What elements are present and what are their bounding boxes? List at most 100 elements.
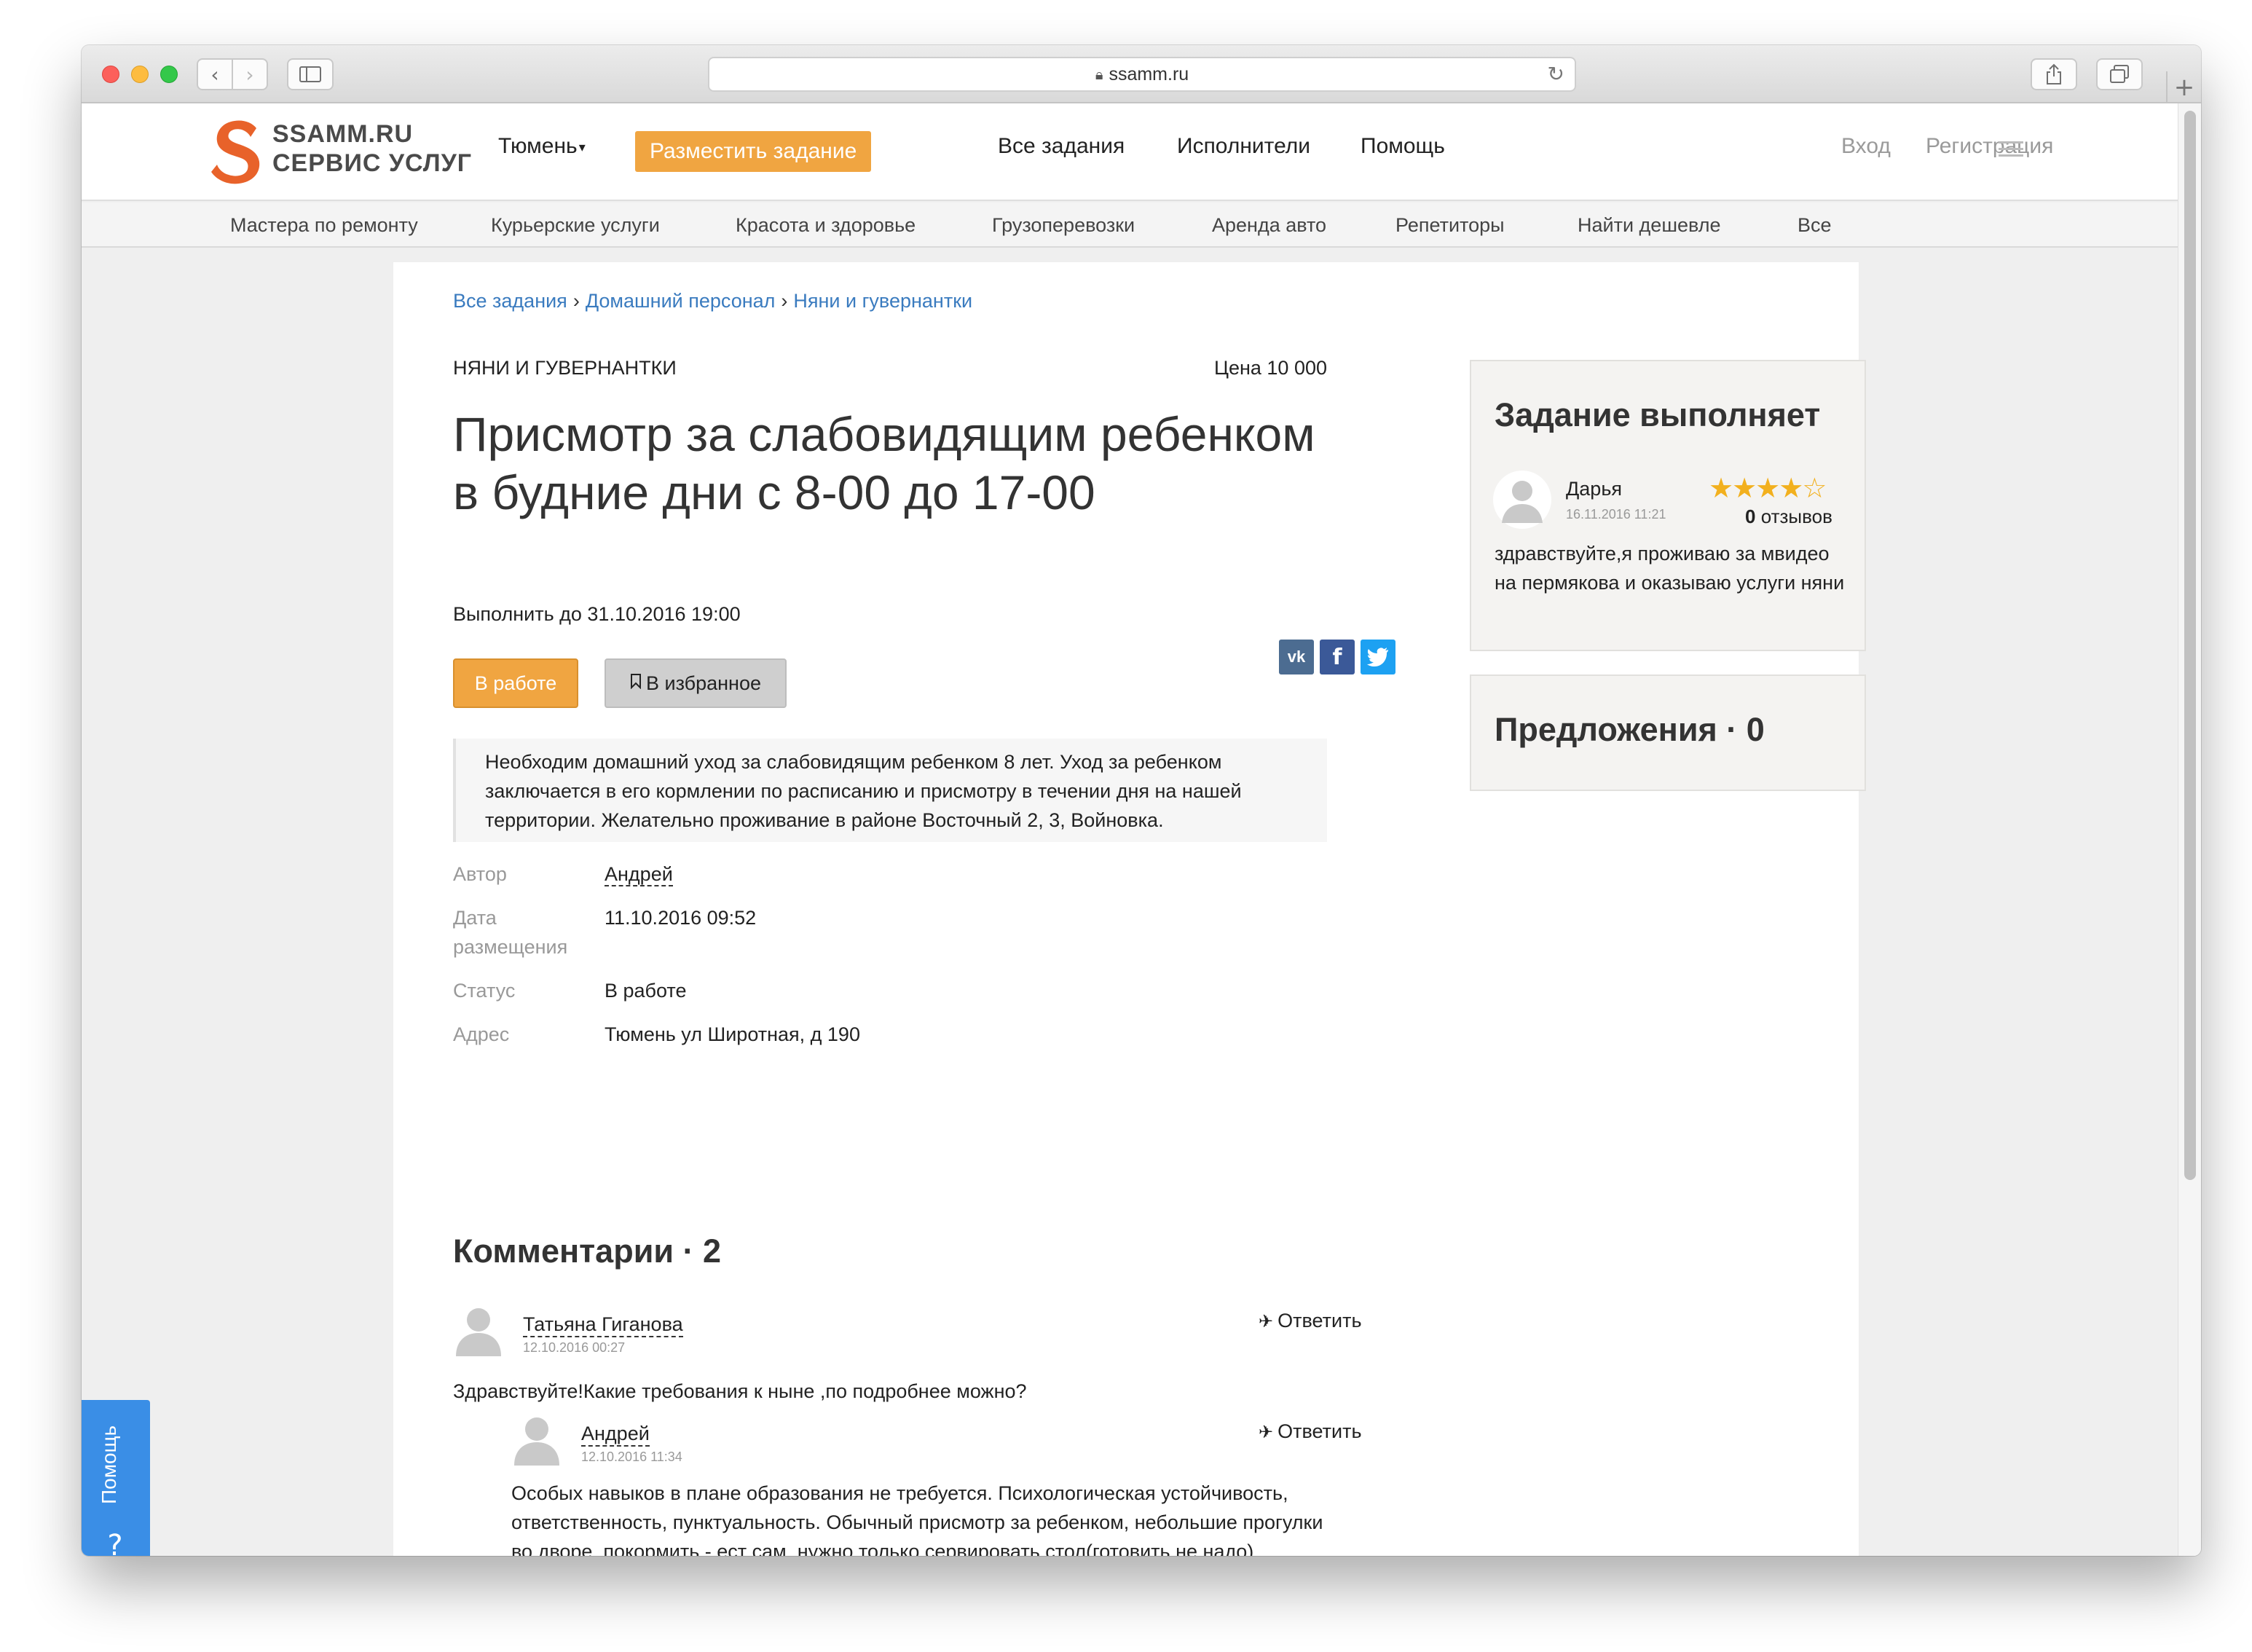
nav-help[interactable]: Помощь [1361, 134, 1445, 159]
breadcrumb-link[interactable]: Няни и гувернантки [793, 290, 972, 312]
category-link[interactable]: Все [1798, 214, 1832, 237]
breadcrumb: Все задания › Домашний персонал › Няни и гув… [453, 290, 972, 312]
reviews-count[interactable]: 0 отзывов [1745, 506, 1832, 528]
status-value: В работе [605, 980, 687, 1002]
comment-text: Здравствуйте!Какие требования к ныне ,по… [453, 1380, 1027, 1402]
price-label: Цена [1213, 357, 1261, 379]
lock-icon: 🔒︎ [1095, 66, 1103, 83]
browser-window: ‹ › 🔒︎ ssamm.ru ↻ + SSAMM.RU СЕРВИС УСЛУ… [82, 45, 2201, 1556]
comment-author-link[interactable]: Андрей [581, 1422, 650, 1447]
reply-button[interactable]: ✈︎ Ответить [1259, 1310, 1362, 1332]
site-header: SSAMM.RU СЕРВИС УСЛУГ Тюмень ▾ Разместить… [82, 103, 2178, 201]
reply-button[interactable]: ✈︎ Ответить [1259, 1420, 1362, 1443]
address-bar[interactable]: 🔒︎ ssamm.ru ↻ [708, 57, 1576, 92]
new-tab-button[interactable]: + [2166, 71, 2201, 103]
send-icon: ✈︎ [1259, 1311, 1274, 1332]
category-link[interactable]: Аренда авто [1212, 214, 1326, 237]
task-description: Необходим домашний уход за слабовидящим … [453, 739, 1327, 842]
breadcrumb-link[interactable]: Все задания [453, 290, 567, 312]
vk-share-icon[interactable]: vk [1279, 640, 1314, 674]
register-link[interactable]: Регистрация [1926, 134, 2053, 159]
category-link[interactable]: Найти дешевле [1578, 214, 1721, 237]
logo-s-icon[interactable] [210, 118, 265, 185]
address-value: Тюмень ул Широтная, д 190 [605, 1023, 860, 1045]
executor-title: Задание выполняет [1495, 396, 1821, 433]
reviews-label: отзывов [1760, 506, 1832, 527]
nav-performers[interactable]: Исполнители [1177, 134, 1310, 159]
login-link[interactable]: Вход [1841, 134, 1891, 159]
offers-title: Предложения · 0 [1495, 711, 1765, 748]
page-viewport: SSAMM.RU СЕРВИС УСЛУГ Тюмень ▾ Разместить… [82, 103, 2178, 1556]
reviews-number: 0 [1745, 506, 1756, 527]
twitter-share-icon[interactable] [1361, 640, 1395, 674]
task-category: НЯНИ И ГУВЕРНАНТКИ [453, 357, 677, 379]
scrollbar-thumb[interactable] [2184, 111, 2196, 1180]
comments-title: Комментарии · 2 [453, 1232, 722, 1270]
logo-line-2: СЕРВИС УСЛУГ [272, 149, 473, 177]
city-label: Тюмень [498, 134, 578, 158]
price-value: 10 000 [1267, 357, 1327, 379]
date-value: 11.10.2016 09:52 [605, 907, 757, 929]
tabs-overview-button[interactable] [2096, 58, 2143, 90]
share-button[interactable] [2031, 58, 2077, 90]
forward-button[interactable]: › [232, 58, 268, 90]
date-label-line1: Дата [453, 907, 497, 929]
author-link[interactable]: Андрей [605, 863, 673, 886]
breadcrumb-link[interactable]: Домашний персонал [586, 290, 776, 312]
category-link[interactable]: Красота и здоровье [736, 214, 916, 237]
executor-message: здравствуйте,я проживаю за мвидео на пер… [1495, 543, 1845, 594]
task-price: Цена 10 000 [1145, 357, 1327, 379]
category-bar: Мастера по ремонту Курьерские услуги Кра… [82, 202, 2178, 248]
back-button[interactable]: ‹ [197, 58, 233, 90]
logo-text[interactable]: SSAMM.RU СЕРВИС УСЛУГ [272, 119, 472, 178]
rating-stars: ★★★★☆ [1709, 472, 1827, 504]
chevron-left-icon: ‹ [210, 62, 219, 87]
star-empty-icon: ☆ [1802, 472, 1827, 504]
nav-all-tasks[interactable]: Все задания [998, 134, 1125, 159]
sidebar-toggle-button[interactable] [287, 58, 334, 90]
author-value: Андрей [605, 860, 673, 889]
maximize-window-button[interactable] [160, 66, 178, 83]
task-deadline: Выполнить до 31.10.2016 19:00 [453, 603, 741, 625]
post-task-button[interactable]: Разместить задание [635, 131, 872, 172]
facebook-share-icon[interactable]: f [1320, 640, 1355, 674]
comment-author-link[interactable]: Татьяна Гиганова [523, 1313, 683, 1337]
minimize-window-button[interactable] [131, 66, 149, 83]
bookmark-icon [630, 673, 642, 693]
caret-down-icon: ▾ [578, 139, 586, 154]
category-link[interactable]: Мастера по ремонту [230, 214, 418, 237]
address-label: Адрес [453, 1023, 510, 1045]
author-label: Автор [453, 863, 507, 885]
share-icon [2047, 63, 2061, 84]
category-link[interactable]: Репетиторы [1395, 214, 1505, 237]
status-label: Статус [453, 980, 516, 1002]
reload-icon[interactable]: ↻ [1548, 62, 1564, 86]
help-tab-label: Помощь [98, 1425, 120, 1505]
comment-date: 12.10.2016 11:34 [581, 1450, 682, 1464]
add-to-favorites-button[interactable]: В избранное [605, 658, 787, 708]
browser-toolbar: ‹ › 🔒︎ ssamm.ru ↻ + [82, 45, 2201, 103]
city-dropdown[interactable]: Тюмень ▾ [498, 134, 586, 159]
date-label: Дата размещения [453, 903, 567, 961]
chevron-right-icon: › [245, 62, 254, 87]
reply-label: Ответить [1277, 1310, 1362, 1332]
executor-name[interactable]: Дарья [1566, 478, 1622, 500]
send-icon: ✈︎ [1259, 1422, 1274, 1442]
menu-icon[interactable] [1999, 141, 2023, 161]
sidebar-icon [299, 66, 321, 82]
star-filled-icon: ★ [1779, 472, 1803, 504]
url-text: ssamm.ru [1109, 63, 1189, 84]
avatar-icon [456, 1308, 501, 1356]
help-tab[interactable]: Помощь ? [82, 1400, 150, 1556]
executor-date: 16.11.2016 11:21 [1566, 507, 1666, 522]
comment-text: Особых навыков в плане образования не тр… [511, 1482, 1323, 1556]
logo-line-1: SSAMM.RU [272, 120, 414, 148]
status-button[interactable]: В работе [453, 658, 578, 708]
category-link[interactable]: Курьерские услуги [491, 214, 660, 237]
reply-label: Ответить [1277, 1420, 1362, 1442]
star-filled-icon: ★ [1732, 472, 1757, 504]
page-title: Присмотр за слабовидящим ребенком в будн… [453, 407, 1315, 519]
scrollbar[interactable] [2178, 103, 2201, 1556]
close-window-button[interactable] [102, 66, 119, 83]
category-link[interactable]: Грузоперевозки [992, 214, 1135, 237]
